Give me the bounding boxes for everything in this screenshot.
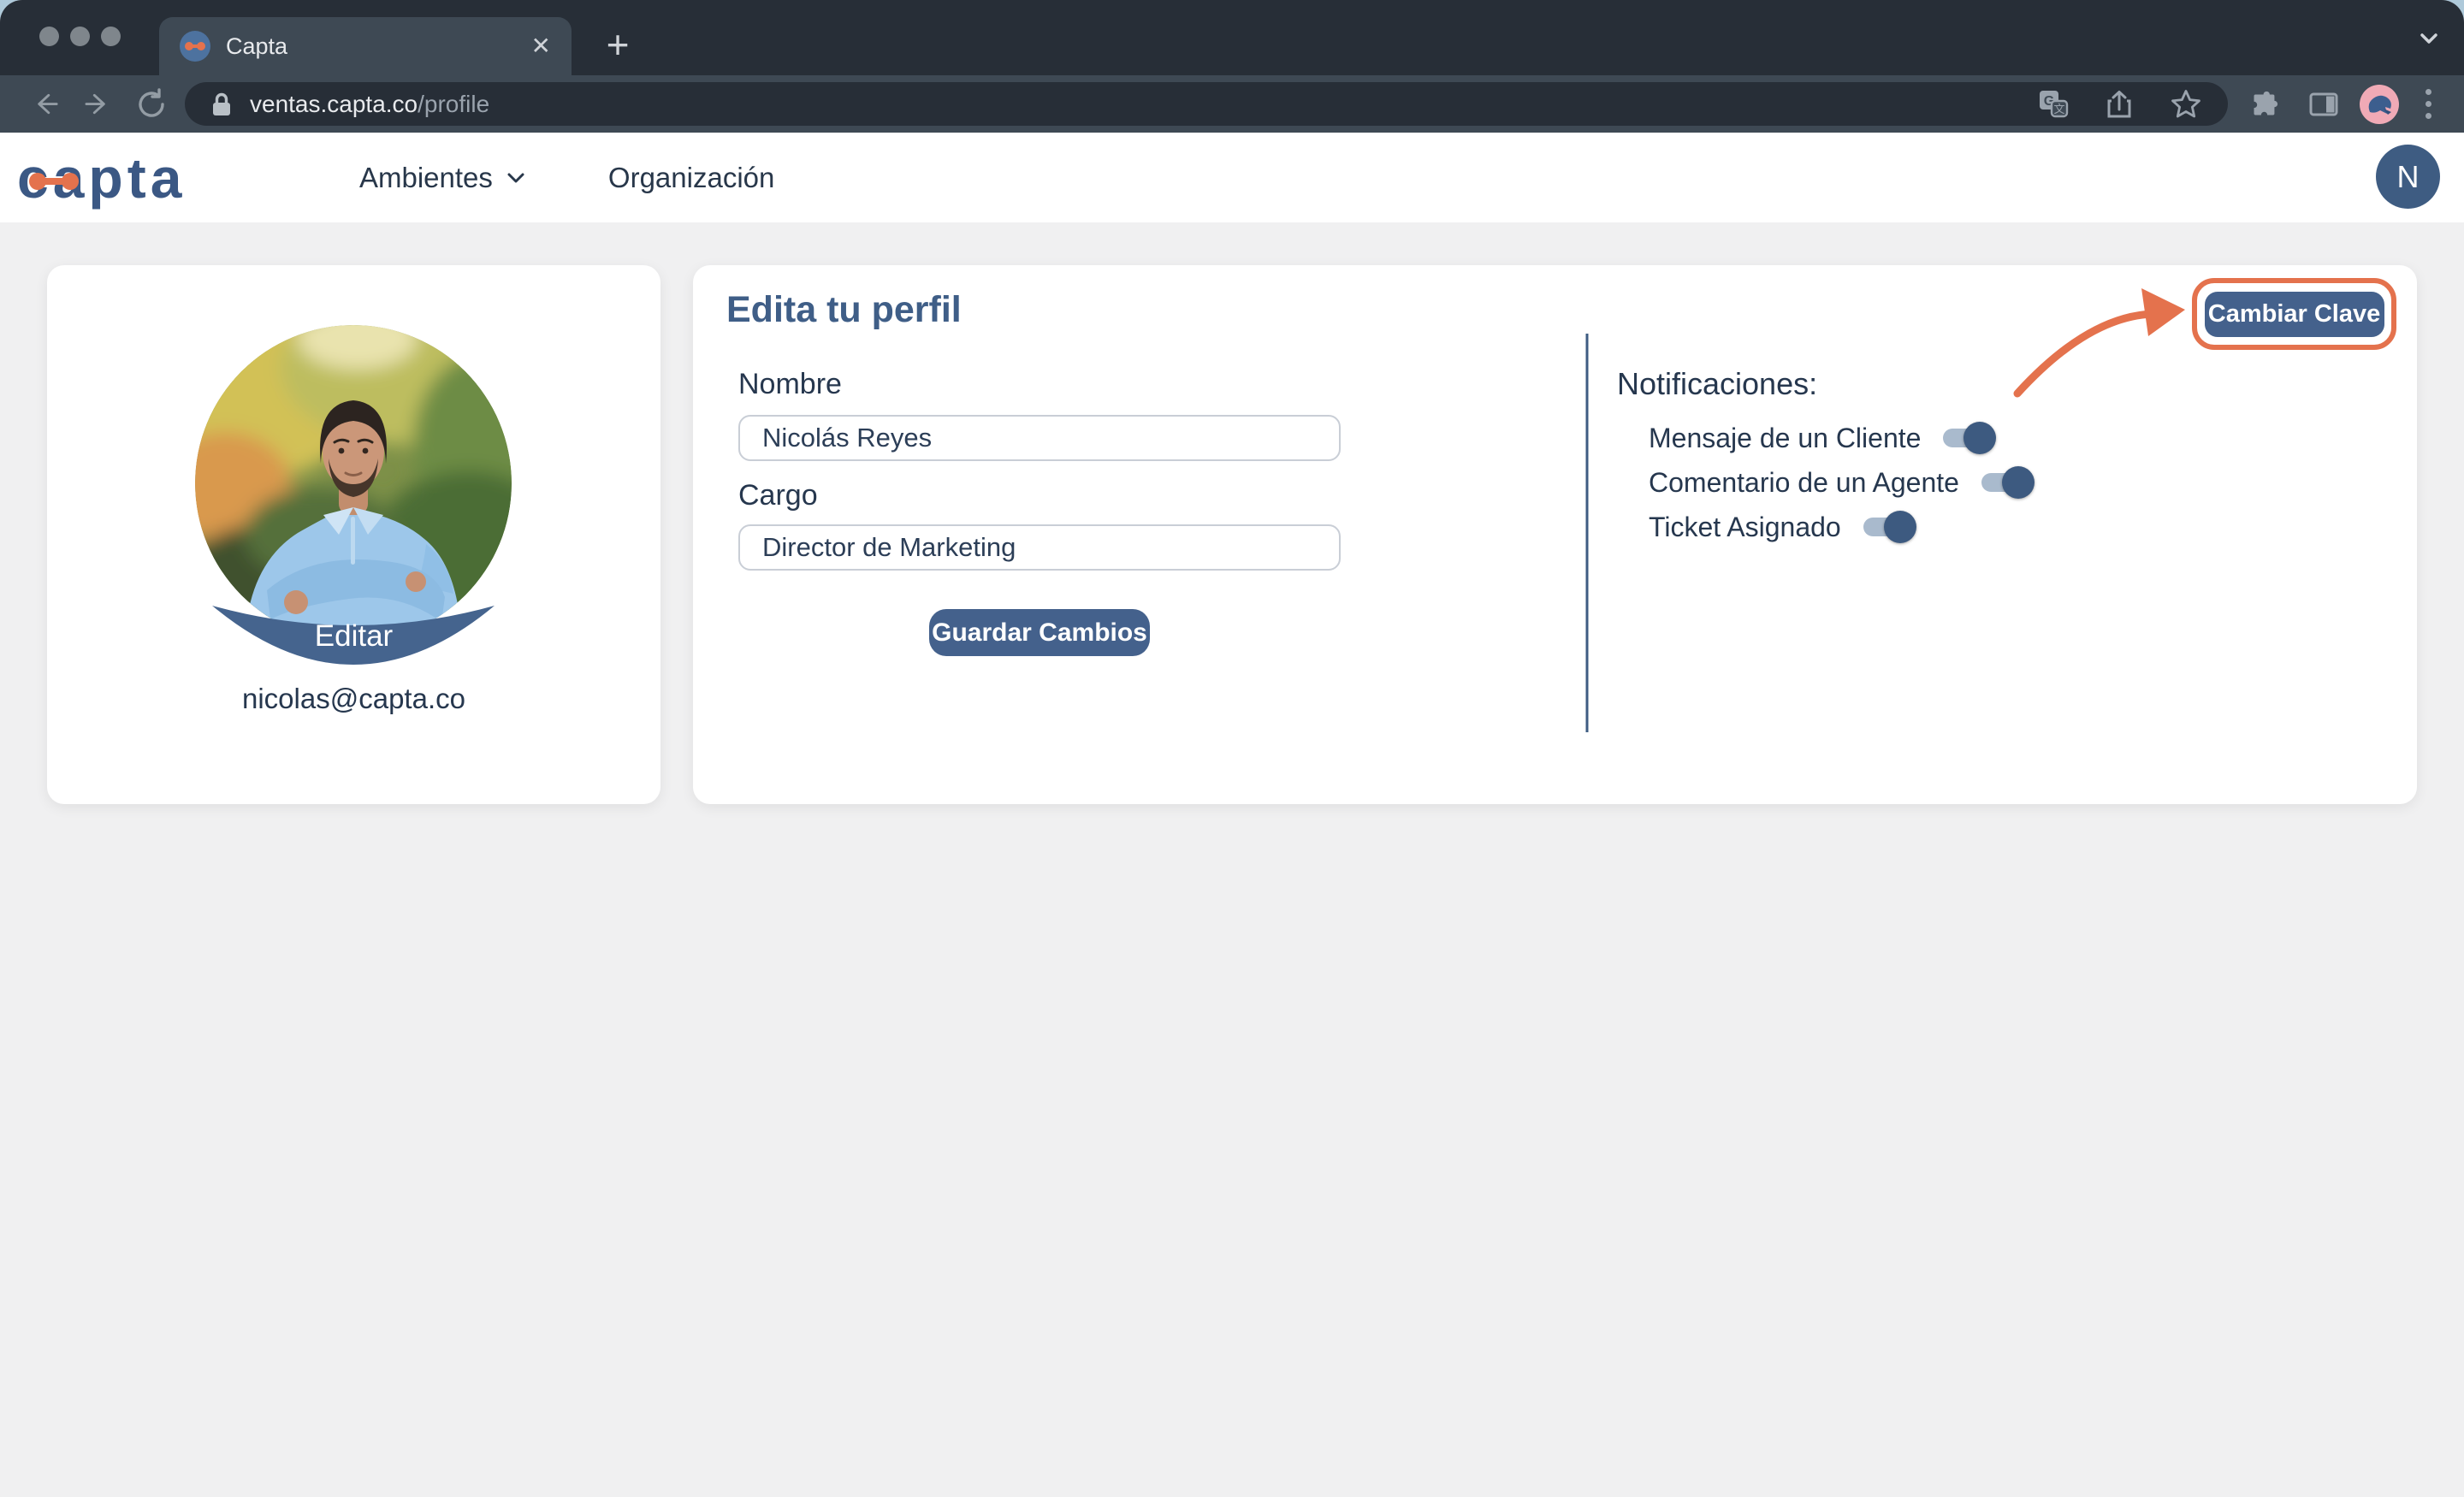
translate-icon[interactable]: G文 — [2038, 89, 2069, 120]
capta-logo[interactable]: capta — [17, 148, 186, 208]
tab-strip: Capta ✕ + — [0, 0, 2464, 75]
url-path: /profile — [418, 91, 489, 117]
window-close-icon[interactable] — [39, 27, 59, 46]
profile-photo[interactable] — [195, 325, 512, 642]
url-text: ventas.capta.co/profile — [250, 91, 489, 118]
lock-icon — [210, 92, 233, 117]
forward-icon[interactable] — [72, 80, 125, 128]
tab-title: Capta — [226, 33, 531, 60]
back-icon[interactable] — [19, 80, 72, 128]
notification-row-ticket-assigned: Ticket Asignado — [1649, 505, 2031, 549]
svg-text:文: 文 — [2053, 104, 2064, 116]
main-content: Editar nicolas@capta.co Edita tu perfil … — [0, 222, 2464, 1497]
notification-row-client-message: Mensaje de un Cliente — [1649, 416, 2031, 460]
url-host: ventas.capta.co — [250, 91, 418, 117]
notification-label: Ticket Asignado — [1649, 512, 1841, 543]
chevron-down-icon — [505, 167, 527, 189]
side-panel-icon[interactable] — [2300, 80, 2348, 128]
notification-label: Mensaje de un Cliente — [1649, 423, 1921, 454]
notifications-section: Notificaciones: Mensaje de un Cliente Co… — [1617, 366, 2031, 549]
toggle-ticket-assigned[interactable] — [1863, 518, 1913, 536]
tab-close-icon[interactable]: ✕ — [531, 34, 551, 58]
notification-label: Comentario de un Agente — [1649, 467, 1959, 499]
change-password-button[interactable]: Cambiar Clave — [2205, 292, 2384, 337]
reload-icon[interactable] — [125, 80, 178, 128]
annotation-arrow — [2017, 314, 2153, 393]
app-header: capta Ambientes Organización N — [0, 133, 2464, 222]
address-bar[interactable]: ventas.capta.co/profile G文 — [185, 82, 2228, 126]
cargo-input[interactable] — [738, 524, 1341, 571]
window-controls[interactable] — [39, 27, 121, 46]
nav-item-organizacion[interactable]: Organización — [608, 162, 774, 194]
toggle-knob — [2002, 466, 2035, 499]
profile-photo-card: Editar nicolas@capta.co — [47, 265, 660, 804]
name-input[interactable] — [738, 415, 1341, 461]
user-email: nicolas@capta.co — [47, 683, 660, 715]
logo-dumbbell-icon — [29, 173, 79, 190]
toggle-agent-comment[interactable] — [1981, 473, 2031, 492]
profile-form-card: Edita tu perfil Nombre Cargo Guardar Cam… — [693, 265, 2417, 804]
menu-dots-icon[interactable] — [2411, 89, 2445, 119]
name-label: Nombre — [738, 368, 842, 401]
edit-photo-button[interactable]: Editar — [47, 619, 660, 654]
user-avatar[interactable]: N — [2376, 145, 2440, 209]
bookmark-star-icon[interactable] — [2170, 88, 2202, 121]
browser-toolbar: ventas.capta.co/profile G文 — [0, 75, 2464, 133]
toggle-client-message[interactable] — [1943, 429, 1993, 447]
browser-window: Capta ✕ + ventas.capta.co/profile G文 — [0, 0, 2464, 1497]
main-nav: Ambientes Organización — [359, 133, 774, 222]
annotation-highlight-ring: Cambiar Clave — [2192, 278, 2396, 350]
new-tab-button[interactable]: + — [594, 21, 642, 68]
cargo-label: Cargo — [738, 479, 818, 512]
browser-profile-avatar[interactable] — [2360, 85, 2399, 124]
nav-ambientes-label: Ambientes — [359, 162, 493, 194]
tabstrip-chevron-icon[interactable] — [2414, 24, 2443, 57]
save-changes-button[interactable]: Guardar Cambios — [929, 609, 1150, 656]
capta-favicon-icon — [180, 31, 210, 62]
extensions-puzzle-icon[interactable] — [2240, 80, 2288, 128]
toggle-knob — [1884, 511, 1916, 543]
nav-organizacion-label: Organización — [608, 162, 774, 194]
window-minimize-icon[interactable] — [70, 27, 90, 46]
notifications-title: Notificaciones: — [1617, 366, 2031, 402]
nav-item-ambientes[interactable]: Ambientes — [359, 162, 527, 194]
notification-row-agent-comment: Comentario de un Agente — [1649, 460, 2031, 505]
toggle-knob — [1964, 422, 1996, 454]
form-title: Edita tu perfil — [726, 289, 962, 331]
share-icon[interactable] — [2105, 89, 2134, 120]
window-zoom-icon[interactable] — [101, 27, 121, 46]
annotation-arrowhead — [2141, 288, 2185, 336]
browser-tab[interactable]: Capta ✕ — [159, 17, 572, 75]
